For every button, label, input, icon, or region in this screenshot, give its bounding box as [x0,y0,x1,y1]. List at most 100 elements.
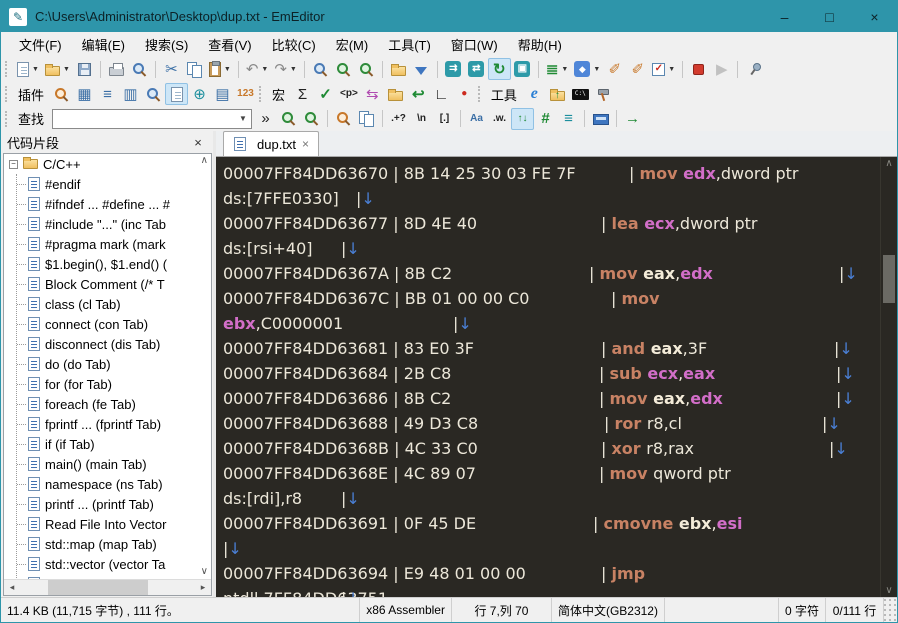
cut-button[interactable]: ✂ [160,58,183,80]
dropdown-arrow-icon[interactable]: ▼ [63,66,70,73]
escape-sequence-button[interactable]: \n [410,108,433,130]
run-macro-button[interactable]: ▶ [710,58,733,80]
status-segment-6[interactable]: 0/111 行 [825,598,883,622]
snippet-item-17[interactable]: printf ... (printf Tab) [17,494,211,514]
status-segment-4[interactable] [663,598,778,622]
macro-apple-doc-button[interactable]: ● [453,83,476,105]
snippet-item-2[interactable]: #ifndef ... #define ... # [17,194,211,214]
snippet-item-14[interactable]: if (if Tab) [17,434,211,454]
find-next-button[interactable] [332,58,355,80]
count-matches-button[interactable]: # [534,108,557,130]
menu-item-8[interactable]: 窗口(W) [441,32,508,56]
find-in-files-button[interactable] [387,58,410,80]
whole-word-button[interactable]: .w. [488,108,511,130]
snippet-item-19[interactable]: std::map (map Tab) [17,534,211,554]
snippet-item-6[interactable]: Block Comment (/* T [17,274,211,294]
snippet-stack-button[interactable]: ✐ [626,58,649,80]
menu-item-6[interactable]: 宏(M) [326,32,379,56]
dropdown-arrow-icon[interactable]: ▼ [261,66,268,73]
tool-command-prompt-button[interactable]: C:\ [569,83,592,105]
tool-hammer-button[interactable] [592,83,615,105]
compare-rescan-button[interactable]: ⇄ [465,58,488,80]
snippet-item-12[interactable]: foreach (fe Tab) [17,394,211,414]
status-segment-2[interactable]: 行 7,列 70 [450,598,551,622]
plugin-word-count-button[interactable]: 123 [234,83,257,105]
copy-highlighted-button[interactable] [355,108,378,130]
toolbar-grip[interactable] [477,86,483,102]
macro-back-button[interactable]: ↩ [407,83,430,105]
dropdown-arrow-icon[interactable]: ▼ [561,66,568,73]
findbar-next-button[interactable] [277,108,300,130]
dropdown-arrow-icon[interactable]: ▼ [593,66,600,73]
macro-ruler-cursor-button[interactable]: ∟ [430,83,453,105]
snippet-item-16[interactable]: namespace (ns Tab) [17,474,211,494]
snippet-item-18[interactable]: Read File Into Vector [17,514,211,534]
plugin-projects-button[interactable]: ▤ [211,83,234,105]
next-document-button[interactable]: → [621,108,644,130]
toolbar-grip[interactable] [5,110,10,127]
editor-scroll-thumb[interactable] [883,255,895,303]
plugin-web-preview-button[interactable]: ⊕ [188,83,211,105]
find-previous-button[interactable] [355,58,378,80]
display-mode-button[interactable] [589,108,612,130]
toolbar-grip[interactable] [5,86,10,102]
snippet-item-11[interactable]: for (for Tab) [17,374,211,394]
tree-scroll-down-icon[interactable]: ∨ [201,566,208,577]
maximize-button[interactable]: □ [807,1,852,32]
char-class-button[interactable]: [.] [433,108,456,130]
resize-grip[interactable] [883,598,897,622]
multi-select-button[interactable]: ✓ ▼ [649,58,678,80]
text-editor[interactable]: 00007FF84DD63670 | 8B 14 25 30 03 FE 7F |… [216,157,897,597]
snippet-item-4[interactable]: #pragma mark (mark [17,234,211,254]
dropdown-arrow-icon[interactable]: ▼ [224,66,231,73]
toolbar-grip[interactable] [5,61,10,77]
open-file-button[interactable]: ▼ [42,58,73,80]
plugin-hash-grid-button[interactable]: ▦ [73,83,96,105]
status-segment-1[interactable]: x86 Assembler [359,598,451,622]
save-button[interactable] [73,58,96,80]
snippet-item-5[interactable]: $1.begin(), $1.end() ( [17,254,211,274]
editor-scroll-down-icon[interactable]: ∨ [881,585,897,596]
snippet-item-1[interactable]: #endif [17,174,211,194]
menu-item-1[interactable]: 文件(F) [9,32,72,56]
print-button[interactable] [105,58,128,80]
minimize-button[interactable]: – [762,1,807,32]
find-input[interactable] [53,110,236,127]
macro-check-button[interactable]: ✓ [314,83,337,105]
plugin-snippets-button[interactable] [165,83,189,105]
combo-dropdown-icon[interactable]: ▼ [235,110,251,128]
dropdown-arrow-icon[interactable]: ▼ [32,66,39,73]
dropdown-arrow-icon[interactable]: ▼ [290,66,297,73]
snippet-item-10[interactable]: do (do Tab) [17,354,211,374]
snippet-item-8[interactable]: connect (con Tab) [17,314,211,334]
sync-scroll-button[interactable]: ↻ [487,58,511,80]
menu-item-9[interactable]: 帮助(H) [508,32,572,56]
collapse-icon[interactable]: − [9,159,18,169]
menu-item-4[interactable]: 查看(V) [198,32,261,56]
copy-button[interactable] [183,58,206,80]
regex-button[interactable]: .+? [387,108,410,130]
snippet-item-3[interactable]: #include "..." (inc Tab [17,214,211,234]
filter-button[interactable] [410,58,433,80]
compare-scroll-sync-button[interactable]: ⇉ [442,58,465,80]
new-file-button[interactable]: ▼ [14,58,42,80]
redo-button[interactable]: ↷ ▼ [271,58,300,80]
paste-button[interactable]: ▼ [206,58,234,80]
find-overflow-chevron[interactable]: » [254,108,277,130]
plugin-outline-button[interactable]: ≡ [96,83,119,105]
status-segment-3[interactable]: 简体中文(GB2312) [550,598,664,622]
macro-folder-button[interactable] [384,83,407,105]
pin-button[interactable] [742,58,765,80]
open-new-window-button[interactable]: ▣ [511,58,534,80]
snippet-item-20[interactable]: std::vector (vector Ta [17,554,211,574]
plugin-explorer-button[interactable]: ▥ [119,83,142,105]
outline-button[interactable]: ≣ ▼ [543,58,572,80]
tool-folder-up-button[interactable]: ↑ [546,83,569,105]
find-button[interactable] [309,58,332,80]
jump-list-button[interactable]: ≡ [557,108,580,130]
snippet-item-7[interactable]: class (cl Tab) [17,294,211,314]
scroll-right-icon[interactable]: ▸ [195,582,211,593]
tree-scroll-up-icon[interactable]: ∧ [201,155,208,166]
plugin-search-button[interactable] [50,83,73,105]
menu-item-7[interactable]: 工具(T) [378,32,441,56]
